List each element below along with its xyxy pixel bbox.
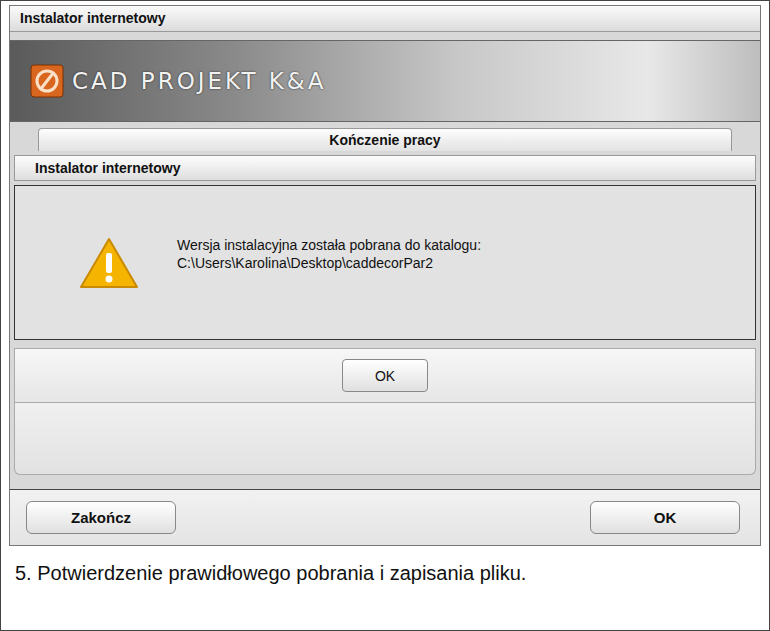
ok-button[interactable]: OK	[590, 501, 740, 534]
dialog-button-bar: OK	[14, 348, 756, 403]
message-panel: Wersja instalacyjna została pobrana do k…	[14, 185, 756, 340]
message-line: C:\Users\Karolina\Desktop\caddecorPar2	[177, 254, 481, 272]
figure-frame: Instalator internetowy CAD PROJEKT K&A Koń…	[0, 0, 770, 631]
banner: CAD PROJEKT K&A	[10, 40, 760, 122]
empty-panel	[14, 403, 756, 475]
logo-text: CAD PROJEKT K&A	[72, 68, 327, 94]
window-title: Instalator internetowy	[10, 6, 760, 32]
caption: 5. Potwierdzenie prawidłowego pobrania i…	[1, 546, 769, 585]
bottom-bar: Zakończ OK	[10, 489, 760, 545]
message-line: Wersja instalacyjna została pobrana do k…	[177, 236, 481, 254]
warning-icon	[79, 236, 139, 290]
ok-button[interactable]: OK	[342, 359, 428, 392]
installer-window: Instalator internetowy CAD PROJEKT K&A Koń…	[9, 5, 761, 546]
dialog-title: Instalator internetowy	[14, 155, 756, 181]
finish-button[interactable]: Zakończ	[26, 501, 176, 534]
logo-icon	[30, 64, 64, 98]
message-text: Wersja instalacyjna została pobrana do k…	[177, 236, 481, 272]
step-header: Kończenie pracy	[38, 128, 732, 151]
